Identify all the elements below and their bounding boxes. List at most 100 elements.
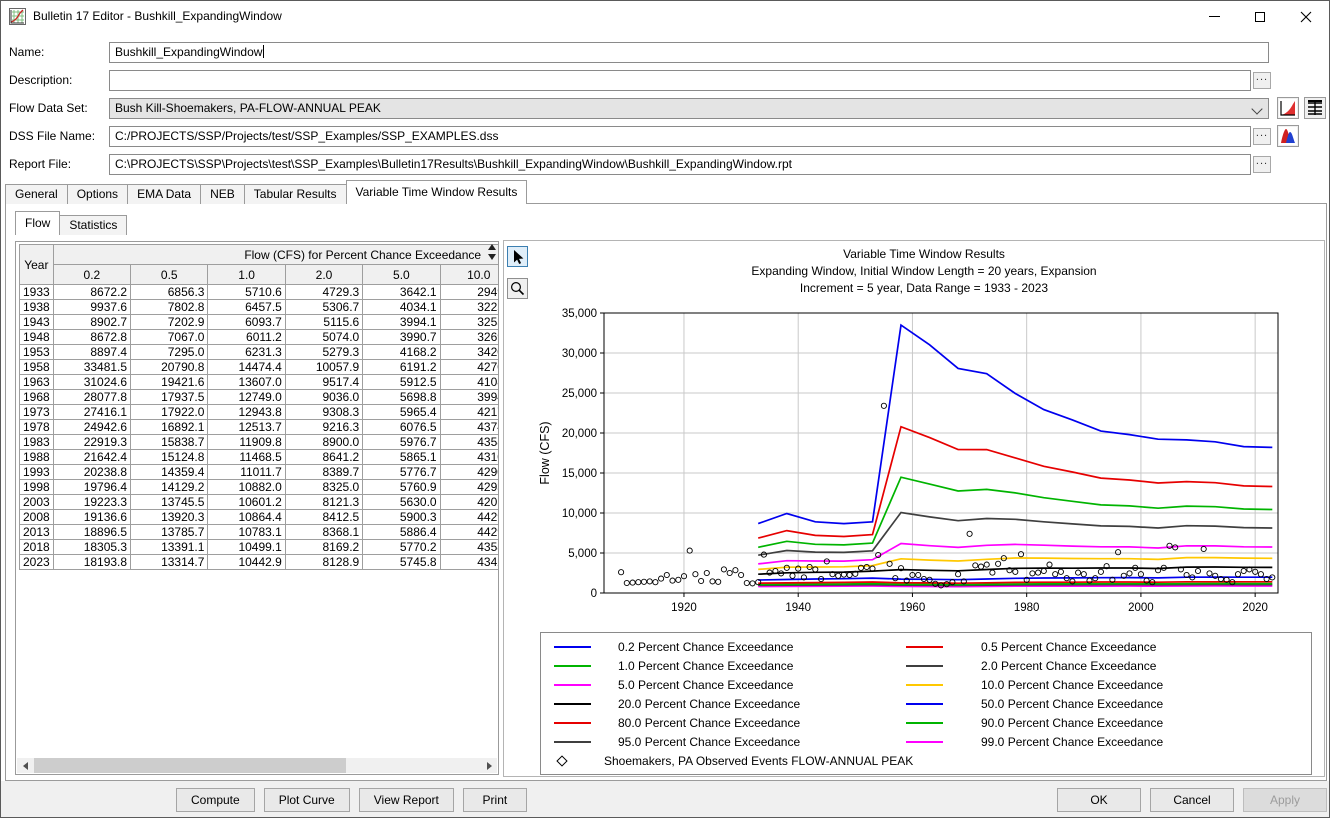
flow-cell[interactable]: 17937.5 bbox=[131, 390, 208, 405]
flow-cell[interactable]: 4290.5 bbox=[440, 465, 499, 480]
flow-cell[interactable]: 3253.5 bbox=[440, 315, 499, 330]
scroll-left-button[interactable] bbox=[17, 758, 33, 773]
flow-cell[interactable]: 8897.4 bbox=[53, 345, 130, 360]
year-cell[interactable]: 1993 bbox=[20, 465, 54, 480]
flow-cell[interactable]: 9036.0 bbox=[285, 390, 362, 405]
pointer-tool-button[interactable] bbox=[507, 246, 528, 267]
table-row[interactable]: 197824942.616892.112513.79216.36076.5437… bbox=[20, 420, 500, 435]
table-row[interactable]: 201818305.313391.110499.18169.25770.2435… bbox=[20, 540, 500, 555]
year-cell[interactable]: 1988 bbox=[20, 450, 54, 465]
tab-neb[interactable]: NEB bbox=[200, 184, 245, 204]
flow-cell[interactable]: 18305.3 bbox=[53, 540, 130, 555]
flow-cell[interactable]: 20238.8 bbox=[53, 465, 130, 480]
flow-cell[interactable]: 13607.0 bbox=[208, 375, 285, 390]
flow-cell[interactable]: 4310.9 bbox=[440, 450, 499, 465]
tab-general[interactable]: General bbox=[5, 184, 68, 204]
flow-cell[interactable]: 8900.0 bbox=[285, 435, 362, 450]
flow-cell[interactable]: 28077.8 bbox=[53, 390, 130, 405]
flow-cell[interactable]: 5760.9 bbox=[363, 480, 440, 495]
flow-cell[interactable]: 15124.8 bbox=[131, 450, 208, 465]
description-input[interactable] bbox=[109, 70, 1251, 91]
flow-cell[interactable]: 18193.8 bbox=[53, 555, 130, 570]
view-report-button[interactable]: View Report bbox=[359, 788, 454, 812]
table-row[interactable]: 197327416.117922.012943.89308.35965.4421… bbox=[20, 405, 500, 420]
scroll-right-button[interactable] bbox=[481, 758, 497, 773]
flow-cell[interactable]: 8389.7 bbox=[285, 465, 362, 480]
flow-cell[interactable]: 11909.8 bbox=[208, 435, 285, 450]
table-row[interactable]: 199819796.414129.210882.08325.05760.9429… bbox=[20, 480, 500, 495]
flow-cell[interactable]: 5279.3 bbox=[285, 345, 362, 360]
flow-cell[interactable]: 10442.9 bbox=[208, 555, 285, 570]
table-row[interactable]: 202318193.813314.710442.98128.95745.8434… bbox=[20, 555, 500, 570]
year-cell[interactable]: 2023 bbox=[20, 555, 54, 570]
flow-cell[interactable]: 5074.0 bbox=[285, 330, 362, 345]
table-row[interactable]: 19338672.26856.35710.64729.33642.12949.8… bbox=[20, 285, 500, 300]
scrollbar-thumb[interactable] bbox=[34, 758, 346, 773]
year-cell[interactable]: 1963 bbox=[20, 375, 54, 390]
flow-cell[interactable]: 12513.7 bbox=[208, 420, 285, 435]
close-button[interactable] bbox=[1283, 1, 1329, 32]
print-button[interactable]: Print bbox=[463, 788, 527, 812]
frequency-chart-plot[interactable]: 05,00010,00015,00020,00025,00030,00035,0… bbox=[536, 301, 1314, 629]
flow-cell[interactable]: 3269.1 bbox=[440, 330, 499, 345]
flow-cell[interactable]: 5710.6 bbox=[208, 285, 285, 300]
flow-cell[interactable]: 8121.3 bbox=[285, 495, 362, 510]
compute-button[interactable]: Compute bbox=[176, 788, 255, 812]
year-cell[interactable]: 1998 bbox=[20, 480, 54, 495]
maximize-button[interactable] bbox=[1237, 1, 1283, 32]
table-row[interactable]: 19488672.87067.06011.25074.03990.73269.1… bbox=[20, 330, 500, 345]
flow-cell[interactable]: 8672.2 bbox=[53, 285, 130, 300]
view-data-table-button[interactable] bbox=[1304, 97, 1326, 119]
flow-cell[interactable]: 18896.5 bbox=[53, 525, 130, 540]
flow-cell[interactable]: 6076.5 bbox=[363, 420, 440, 435]
flow-cell[interactable]: 9308.3 bbox=[285, 405, 362, 420]
report-file-input[interactable]: C:\PROJECTS\SSP\Projects\test\SSP_Exampl… bbox=[109, 154, 1251, 175]
flow-cell[interactable]: 4034.1 bbox=[363, 300, 440, 315]
flow-cell[interactable]: 10882.0 bbox=[208, 480, 285, 495]
flow-cell[interactable]: 19796.4 bbox=[53, 480, 130, 495]
year-cell[interactable]: 1943 bbox=[20, 315, 54, 330]
year-cell[interactable]: 2013 bbox=[20, 525, 54, 540]
flow-cell[interactable]: 8368.1 bbox=[285, 525, 362, 540]
flow-results-table[interactable]: YearFlow (CFS) for Percent Chance Exceed… bbox=[19, 244, 499, 570]
flow-cell[interactable]: 5865.1 bbox=[363, 450, 440, 465]
plot-distribution-button[interactable] bbox=[1277, 125, 1299, 147]
flow-cell[interactable]: 10783.1 bbox=[208, 525, 285, 540]
flow-cell[interactable]: 4374.3 bbox=[440, 420, 499, 435]
table-row[interactable]: 196331024.619421.613607.09517.45912.5410… bbox=[20, 375, 500, 390]
year-cell[interactable]: 2003 bbox=[20, 495, 54, 510]
table-row[interactable]: 200819136.613920.310864.48412.55900.3442… bbox=[20, 510, 500, 525]
flow-cell[interactable]: 31024.6 bbox=[53, 375, 130, 390]
flow-cell[interactable]: 4201.0 bbox=[440, 495, 499, 510]
flow-cell[interactable]: 11468.5 bbox=[208, 450, 285, 465]
flow-cell[interactable]: 14129.2 bbox=[131, 480, 208, 495]
flow-cell[interactable]: 5698.8 bbox=[363, 390, 440, 405]
flow-cell[interactable]: 3420.5 bbox=[440, 345, 499, 360]
year-cell[interactable]: 1978 bbox=[20, 420, 54, 435]
flow-cell[interactable]: 27416.1 bbox=[53, 405, 130, 420]
flow-cell[interactable]: 9937.6 bbox=[53, 300, 130, 315]
flow-cell[interactable]: 13391.1 bbox=[131, 540, 208, 555]
flow-cell[interactable]: 16892.1 bbox=[131, 420, 208, 435]
report-file-browse-button[interactable]: ... bbox=[1253, 156, 1271, 173]
flow-cell[interactable]: 5886.4 bbox=[363, 525, 440, 540]
year-cell[interactable]: 1953 bbox=[20, 345, 54, 360]
flow-cell[interactable]: 3990.7 bbox=[363, 330, 440, 345]
flow-cell[interactable]: 13785.7 bbox=[131, 525, 208, 540]
flow-cell[interactable]: 4358.7 bbox=[440, 435, 499, 450]
subtab-statistics[interactable]: Statistics bbox=[59, 215, 127, 235]
year-cell[interactable]: 2008 bbox=[20, 510, 54, 525]
flow-cell[interactable]: 8412.5 bbox=[285, 510, 362, 525]
flow-cell[interactable]: 21642.4 bbox=[53, 450, 130, 465]
table-mini-scroll[interactable] bbox=[488, 244, 497, 266]
flow-cell[interactable]: 3225.6 bbox=[440, 300, 499, 315]
flow-cell[interactable]: 8169.2 bbox=[285, 540, 362, 555]
ok-button[interactable]: OK bbox=[1057, 788, 1141, 812]
flow-cell[interactable]: 6457.5 bbox=[208, 300, 285, 315]
flow-cell[interactable]: 4429.6 bbox=[440, 510, 499, 525]
flow-cell[interactable]: 6231.3 bbox=[208, 345, 285, 360]
flow-cell[interactable]: 12749.0 bbox=[208, 390, 285, 405]
year-cell[interactable]: 1973 bbox=[20, 405, 54, 420]
flow-cell[interactable]: 20790.8 bbox=[131, 360, 208, 375]
year-cell[interactable]: 1933 bbox=[20, 285, 54, 300]
